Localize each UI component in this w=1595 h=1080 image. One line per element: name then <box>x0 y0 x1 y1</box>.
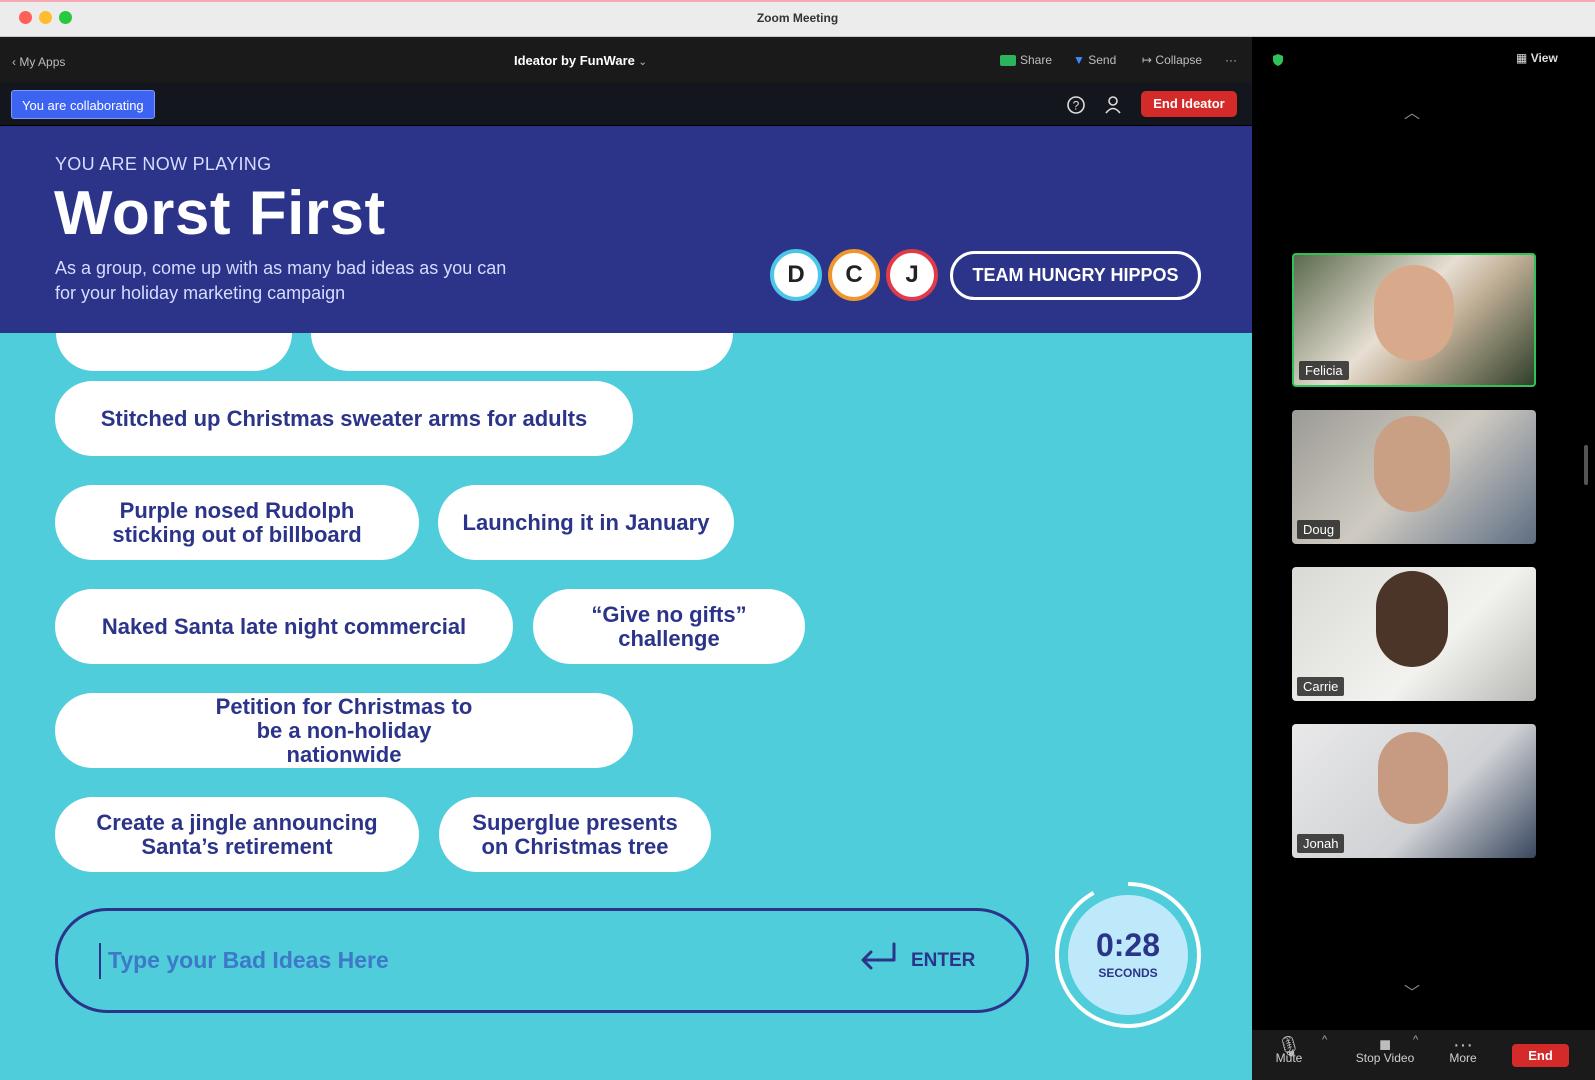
idea-pill: “Give no gifts” challenge <box>533 589 805 664</box>
avatar-d: D <box>770 249 822 301</box>
participant-face <box>1376 571 1448 667</box>
view-button[interactable]: ▦ View <box>1516 51 1558 65</box>
participant-name: Jonah <box>1297 834 1345 853</box>
video-tile-carrie[interactable]: Carrie <box>1292 567 1536 701</box>
video-tile-doug[interactable]: Doug <box>1292 410 1536 544</box>
view-label: View <box>1530 51 1558 65</box>
end-meeting-button[interactable]: End <box>1512 1044 1569 1067</box>
avatar-j: J <box>886 249 938 301</box>
idea-pill: Create a jingle announcing Santa’s retir… <box>55 797 419 872</box>
scroll-up-icon[interactable]: ︿ <box>1404 99 1420 123</box>
timer-unit: SECONDS <box>1098 966 1158 980</box>
collaborating-badge: You are collaborating <box>11 90 155 119</box>
mute-options-chevron-icon[interactable]: ^ <box>1322 1034 1327 1046</box>
help-icon[interactable]: ? <box>1066 95 1086 115</box>
countdown-timer: 0:28 SECONDS <box>1053 880 1203 1030</box>
game-title: Worst First <box>54 179 386 248</box>
idea-input-placeholder: Type your Bad Ideas Here <box>108 947 389 973</box>
idea-input-field[interactable]: Type your Bad Ideas Here ENTER <box>55 908 1029 1013</box>
chevron-down-icon: ⌄ <box>638 57 647 68</box>
share-screen-icon <box>1000 55 1016 67</box>
ideator-toolbar: You are collaborating ? End Ideator <box>0 83 1252 126</box>
app-title-dropdown[interactable]: Ideator by FunWare ⌄ <box>514 53 647 68</box>
idea-pill: Launching it in January <box>438 485 734 560</box>
team-name-badge: TEAM HUNGRY HIPPOS <box>950 251 1201 300</box>
idea-pill: Naked Santa late night commercial <box>55 589 513 664</box>
participant-face <box>1374 416 1450 512</box>
more-button[interactable]: More <box>1428 1051 1498 1065</box>
now-playing-label: YOU ARE NOW PLAYING <box>55 154 272 174</box>
send-label: Send <box>1088 53 1117 67</box>
back-label: My Apps <box>19 55 66 69</box>
scroll-down-icon[interactable]: ﹀ <box>1404 979 1420 1003</box>
timer-face: 0:28 SECONDS <box>1068 895 1188 1015</box>
participant-name: Doug <box>1297 520 1341 539</box>
collapse-icon: ↦ <box>1142 53 1153 67</box>
window-titlebar: Zoom Meeting <box>0 0 1595 37</box>
idea-pill-partial <box>56 333 292 371</box>
idea-pill: Purple nosed Rudolph sticking out of bil… <box>55 485 419 560</box>
game-header: YOU ARE NOW PLAYING Worst First As a gro… <box>0 126 1252 333</box>
idea-pill: Stitched up Christmas sweater arms for a… <box>55 381 633 456</box>
idea-pill: Superglue presents on Christmas tree <box>439 797 711 872</box>
video-tile-jonah[interactable]: Jonah <box>1292 724 1536 858</box>
idea-pill: Petition for Christmas to be a non-holid… <box>55 693 633 768</box>
svg-text:?: ? <box>1073 99 1080 113</box>
participant-name: Carrie <box>1297 677 1345 696</box>
meeting-controls: 🎙 Mute ^ ■ Stop Video ^ ··· More End <box>1252 1030 1595 1080</box>
video-options-chevron-icon[interactable]: ^ <box>1413 1034 1418 1046</box>
security-shield-icon[interactable] <box>1272 53 1284 67</box>
enter-button[interactable]: ENTER <box>911 950 975 972</box>
participant-face <box>1374 265 1454 361</box>
app-bar: ‹ My Apps Ideator by FunWare ⌄ Share ▼ S… <box>0 37 1252 83</box>
avatar-c: C <box>828 249 880 301</box>
mute-button[interactable]: Mute <box>1254 1051 1324 1065</box>
window-title: Zoom Meeting <box>756 11 839 25</box>
collapse-button[interactable]: ↦ Collapse <box>1142 53 1202 67</box>
send-button[interactable]: ▼ Send <box>1073 53 1116 67</box>
user-icon[interactable] <box>1103 95 1123 115</box>
grid-icon: ▦ <box>1516 51 1528 65</box>
collapse-label: Collapse <box>1155 53 1203 67</box>
participant-sidebar: ▦ View ︿ Felicia Doug Carrie Jonah ﹀ <box>1252 37 1595 1080</box>
end-ideator-button[interactable]: End Ideator <box>1141 91 1237 117</box>
timer-value: 0:28 <box>1095 927 1161 963</box>
sidebar-scrollbar[interactable] <box>1584 445 1588 485</box>
participant-face <box>1378 732 1448 824</box>
idea-board: Stitched up Christmas sweater arms for a… <box>0 333 1252 1080</box>
participant-name: Felicia <box>1299 361 1349 380</box>
game-description: As a group, come up with as many bad ide… <box>55 258 507 303</box>
enter-arrow-icon[interactable] <box>858 940 898 974</box>
idea-pill-partial <box>311 333 733 371</box>
share-button[interactable]: Share <box>1000 53 1052 67</box>
share-label: Share <box>1020 53 1053 67</box>
text-caret <box>99 943 101 979</box>
app-title: Ideator by FunWare <box>514 53 635 68</box>
more-options-icon[interactable]: ··· <box>1225 53 1237 67</box>
send-icon: ▼ <box>1073 53 1085 67</box>
stop-video-button[interactable]: Stop Video <box>1345 1051 1425 1065</box>
video-tile-felicia[interactable]: Felicia <box>1292 253 1536 387</box>
back-to-apps-link[interactable]: ‹ My Apps <box>12 55 65 69</box>
